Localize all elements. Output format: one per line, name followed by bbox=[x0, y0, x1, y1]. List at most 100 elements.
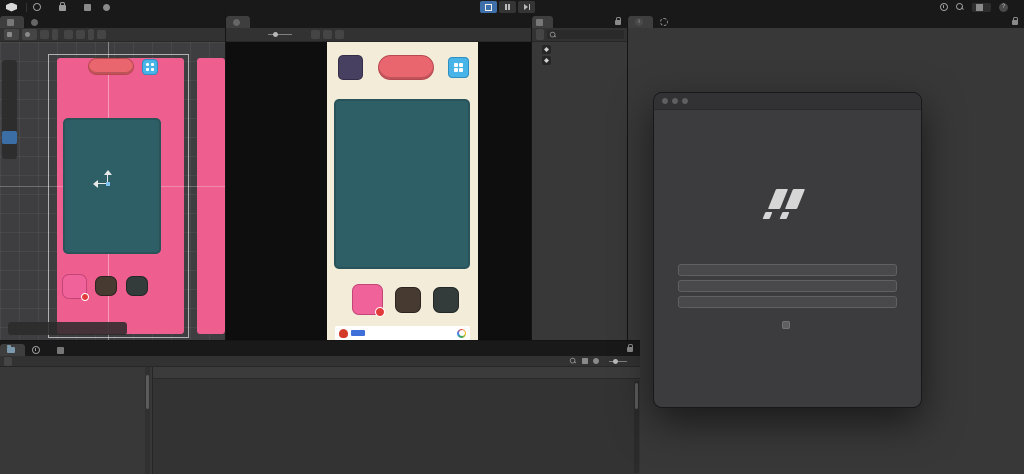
grid-scrollbar[interactable] bbox=[634, 381, 639, 473]
create-asset-button[interactable] bbox=[4, 357, 12, 366]
hierarchy-search-input[interactable] bbox=[547, 30, 624, 39]
pause-button[interactable] bbox=[499, 1, 516, 13]
snap-settings-icon[interactable] bbox=[76, 30, 85, 39]
step-icon bbox=[524, 4, 530, 10]
camera-settings-icon[interactable] bbox=[97, 30, 106, 39]
lv15-powerup-button[interactable] bbox=[433, 287, 459, 313]
tab-project-settings[interactable] bbox=[653, 16, 678, 28]
unity-logo-icon bbox=[6, 3, 17, 12]
integrate-ads-button[interactable] bbox=[678, 296, 897, 308]
help-icon[interactable]: ? bbox=[999, 3, 1008, 12]
pivot-dropdown[interactable] bbox=[4, 29, 19, 40]
scene-tools-overlay bbox=[2, 60, 17, 159]
tab-console[interactable] bbox=[50, 344, 74, 356]
grid-visibility-icon[interactable] bbox=[40, 30, 49, 39]
filter-by-type-icon[interactable] bbox=[582, 358, 588, 364]
display-dropdown[interactable] bbox=[241, 29, 249, 40]
level-badge bbox=[338, 55, 363, 80]
ad-banner[interactable] bbox=[335, 326, 470, 340]
hierarchy-item-don[interactable] bbox=[532, 55, 628, 66]
puzzle-board[interactable] bbox=[334, 99, 470, 269]
search-icon[interactable] bbox=[956, 3, 964, 11]
shopping-bag-icon bbox=[59, 5, 66, 11]
contact-support-button[interactable] bbox=[678, 280, 897, 292]
scale-tool-icon[interactable] bbox=[2, 117, 17, 130]
resolution-dropdown[interactable] bbox=[252, 29, 260, 40]
hand-tool-icon[interactable] bbox=[2, 75, 17, 88]
tab-asset-store[interactable] bbox=[24, 16, 48, 28]
tab-scene[interactable] bbox=[0, 16, 24, 28]
minimize-icon[interactable] bbox=[672, 98, 678, 104]
startup-checkbox[interactable] bbox=[782, 321, 790, 329]
scrollbar-thumb[interactable] bbox=[146, 375, 149, 409]
layout-icon bbox=[976, 4, 983, 11]
focus-dropdown[interactable] bbox=[300, 29, 308, 40]
scale-slider-knob[interactable] bbox=[273, 32, 278, 37]
project-tabstrip bbox=[0, 341, 640, 356]
snap-increment-field[interactable] bbox=[88, 29, 94, 40]
project-toolbar bbox=[0, 356, 640, 367]
orientation-dropdown[interactable] bbox=[22, 29, 37, 40]
freeze-count-badge bbox=[81, 293, 89, 301]
account-menu[interactable] bbox=[27, 3, 53, 11]
history-icon[interactable] bbox=[940, 3, 948, 11]
step-button[interactable] bbox=[518, 1, 535, 13]
slider-knob[interactable] bbox=[613, 359, 618, 364]
hierarchy-toolbar bbox=[532, 28, 628, 42]
unity-brand bbox=[0, 3, 26, 12]
move-tool-icon[interactable] bbox=[2, 89, 17, 102]
view-options-icon[interactable] bbox=[2, 61, 17, 74]
scale-control bbox=[263, 29, 297, 40]
lv10-powerup-button[interactable] bbox=[395, 287, 421, 313]
unity-editor-window: ? bbox=[0, 0, 1024, 474]
tab-hierarchy[interactable] bbox=[532, 16, 553, 28]
stats-icon[interactable] bbox=[323, 30, 332, 39]
lock-icon[interactable] bbox=[1012, 20, 1018, 25]
filter-by-label-icon[interactable] bbox=[593, 358, 599, 364]
freeze-powerup-button[interactable] bbox=[352, 284, 383, 315]
gizmos-icon[interactable] bbox=[335, 30, 344, 39]
account-icon bbox=[33, 3, 41, 11]
create-object-button[interactable] bbox=[536, 29, 544, 40]
tab-game[interactable] bbox=[226, 16, 250, 28]
vcs-menu[interactable] bbox=[97, 4, 122, 11]
close-icon[interactable] bbox=[662, 98, 668, 104]
mute-audio-icon[interactable] bbox=[311, 30, 320, 39]
topbar-right-tools: ? bbox=[932, 3, 1024, 12]
game-mode-dropdown[interactable] bbox=[230, 29, 238, 40]
move-gizmo[interactable] bbox=[95, 170, 121, 196]
scene-asset-icon bbox=[542, 45, 551, 54]
lock-icon[interactable] bbox=[615, 20, 621, 25]
hierarchy-item-gan[interactable] bbox=[532, 44, 628, 55]
cloud-sync-button[interactable] bbox=[78, 4, 97, 11]
scale-slider[interactable] bbox=[268, 34, 292, 35]
tree-scrollbar[interactable] bbox=[145, 367, 150, 474]
maximize-icon[interactable] bbox=[682, 98, 688, 104]
transform-tool-icon[interactable] bbox=[2, 145, 17, 158]
search-icon[interactable] bbox=[570, 358, 576, 364]
snap-toggle-icon[interactable] bbox=[64, 30, 73, 39]
rect-tool-icon[interactable] bbox=[2, 131, 17, 144]
breadcrumb bbox=[153, 367, 640, 379]
grid-size-field[interactable] bbox=[52, 29, 58, 40]
lv10-powerup-button bbox=[95, 276, 117, 296]
asset-store-menu[interactable] bbox=[53, 3, 78, 11]
board-grid-button[interactable] bbox=[448, 57, 469, 78]
layout-dropdown[interactable] bbox=[972, 3, 991, 12]
game-viewport[interactable] bbox=[226, 42, 532, 340]
tab-inspector[interactable]: i bbox=[628, 16, 653, 28]
scrollbar-thumb[interactable] bbox=[635, 383, 638, 409]
tab-project[interactable] bbox=[0, 344, 25, 356]
visit-website-button[interactable] bbox=[678, 264, 897, 276]
play-button[interactable] bbox=[480, 1, 497, 13]
lock-icon[interactable] bbox=[627, 347, 633, 352]
search-icon bbox=[550, 31, 556, 37]
game-tab-icon bbox=[233, 19, 240, 26]
pause-icon bbox=[505, 4, 510, 10]
tab-animation[interactable] bbox=[25, 344, 50, 356]
scene-viewport[interactable] bbox=[0, 42, 225, 340]
dialog-titlebar[interactable] bbox=[654, 93, 921, 110]
brand-logo-icon bbox=[762, 189, 806, 220]
rotate-tool-icon[interactable] bbox=[2, 103, 17, 116]
thumbnail-size-slider[interactable] bbox=[609, 361, 627, 362]
